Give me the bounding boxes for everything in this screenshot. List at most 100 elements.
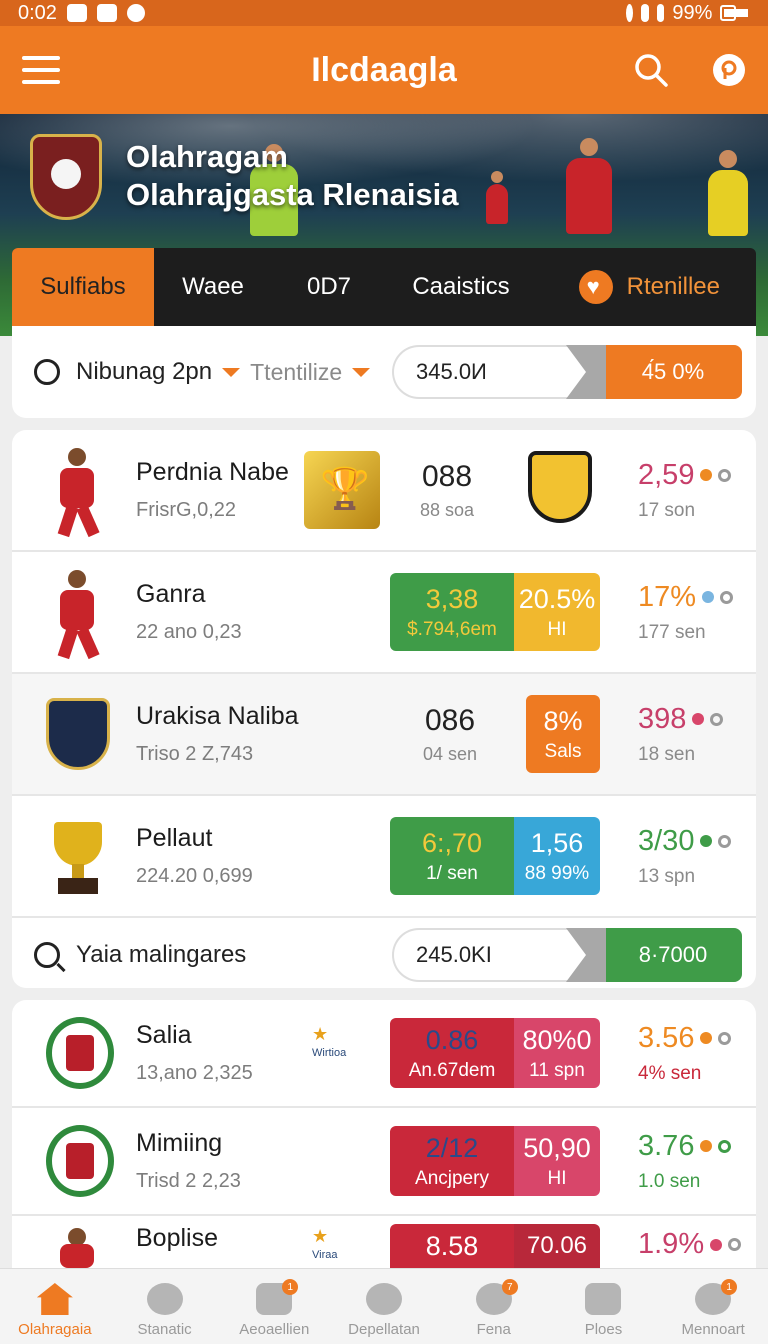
nav-list[interactable]: Ploes (549, 1269, 659, 1344)
nav-schedule[interactable]: Depellatan (329, 1269, 439, 1344)
tab-favorites-label: Rtenillee (626, 273, 720, 300)
tab-caaistics[interactable]: Caaistics (386, 248, 536, 326)
odds-block[interactable]: 0.86 An.67dem (390, 1018, 514, 1088)
item-score-sub: 88 soa (419, 499, 475, 520)
odds-block[interactable]: 1,56 88 99% (514, 817, 600, 895)
nav-label: Stanatic (137, 1321, 192, 1338)
list-item[interactable]: Urakisa Naliba Triso 2 Z,743 086 04 sen … (12, 674, 756, 796)
item-score-sub: 04 sen (422, 743, 478, 764)
odds-value: 70.06 (526, 1232, 588, 1259)
list-item[interactable]: Ganra 22 ano 0,23 3,38 $.794,6em 20.5% H… (12, 552, 756, 674)
notification-badge: 1 (721, 1279, 738, 1295)
status-dot (710, 1238, 723, 1251)
status-ring (728, 1238, 742, 1251)
tab-0d7[interactable]: 0D7 (272, 248, 386, 326)
list-item[interactable]: Mimiing Trisd 2 2,23 2/12 Ancjpery 50,90… (12, 1108, 756, 1216)
list-item[interactable]: Salia 13,ano 2,325 ★ Wirtioa 0.86 An.67de… (12, 1000, 756, 1108)
item-name: Boplise (136, 1224, 218, 1252)
chevron-down-icon[interactable] (222, 367, 241, 377)
item-odds-sub: 1.0 sen (638, 1170, 701, 1192)
list-item[interactable]: Perdnia Nabe FrisrG,0,22 088 88 soa 2,59… (12, 430, 756, 552)
item-odds: 398 (638, 702, 687, 735)
item-odds: 17% (638, 580, 697, 613)
item-odds-sub: 177 sen (638, 621, 706, 643)
value-pill[interactable]: 245.0KI 8·7000 (392, 928, 742, 982)
odds-block[interactable]: 70.06 (514, 1224, 600, 1268)
status-ring (718, 1139, 732, 1153)
status-dot (700, 469, 713, 481)
status-dot (692, 713, 705, 725)
nav-label: Ploes (584, 1321, 623, 1338)
tab-favorites[interactable]: Rtenillee (578, 248, 756, 326)
clock: 0:02 (18, 1, 57, 24)
nav-matches[interactable]: 1 Aeoaellien (219, 1269, 329, 1344)
search-icon[interactable] (34, 942, 60, 968)
odds-sub: 88 99% (524, 862, 590, 884)
status-bar: 0:02 99% (0, 0, 768, 26)
item-odds: 3.56 (638, 1021, 695, 1054)
item-odds-sub: 13 spn (638, 865, 696, 887)
hero-title-line2: Olahrajgasta Rlenaisia (126, 177, 459, 212)
item-odds-sub: 17 son (638, 499, 696, 521)
odds-block[interactable]: 3,38 $.794,6em (390, 573, 514, 651)
odds-block[interactable]: 80%0 11 spn (514, 1018, 600, 1088)
list-item[interactable]: Boplise ★ Viraa 8.58 70.06 1.9% (12, 1216, 756, 1268)
odds-block[interactable]: 20.5% HI (514, 573, 600, 651)
item-name: Mimiing (136, 1129, 223, 1157)
wifi-icon (640, 4, 649, 22)
nav-label: Aeoaellien (239, 1321, 310, 1338)
list-item[interactable]: Pellaut 224.20 0,699 6:,70 1/ sen 1,56 8… (12, 796, 756, 918)
odds-block[interactable]: 50,90 HI (514, 1126, 600, 1196)
heart-icon (578, 270, 613, 304)
item-name: Ganra (136, 580, 206, 608)
nav-news[interactable]: 7 Fena (439, 1269, 549, 1344)
status-ring (718, 468, 732, 482)
status-dot (700, 835, 713, 847)
odds-value: 6:,70 (421, 827, 483, 858)
notification-badge: 7 (501, 1279, 518, 1295)
odds-sub: $.794,6em (407, 618, 497, 640)
shield-icon (126, 4, 145, 22)
odds-value: 8.58 (425, 1230, 479, 1261)
match-list-card: Perdnia Nabe FrisrG,0,22 088 88 soa 2,59… (12, 430, 756, 988)
player-figure (708, 150, 748, 236)
radio-icon[interactable] (34, 359, 60, 385)
odds-value: 8% (543, 705, 583, 736)
odds-block[interactable]: 8% Sals (526, 695, 600, 773)
item-odds: 3.76 (638, 1129, 695, 1162)
home-icon (36, 1283, 73, 1315)
star-label: Viraa (312, 1249, 338, 1261)
value-pill[interactable]: 345.0И 4́5 0% (392, 345, 742, 399)
odds-value: 20.5% (518, 583, 596, 614)
nav-statistics[interactable]: Stanatic (110, 1269, 220, 1344)
filter-select[interactable]: Ttentilize (250, 359, 342, 386)
tab-waee[interactable]: Waee (154, 248, 272, 326)
item-name: Urakisa Naliba (136, 702, 299, 730)
player-image (32, 440, 122, 540)
list-icon (585, 1283, 622, 1315)
odds-block[interactable]: 2/12 Ancjpery (390, 1126, 514, 1196)
magnifier-icon (146, 1283, 183, 1315)
nav-more[interactable]: 1 Mennoart (658, 1269, 768, 1344)
odds-sub: 1/ sen (426, 862, 478, 884)
trophy-icon (304, 451, 380, 529)
notification-icon[interactable] (712, 53, 746, 87)
chevron-down-icon[interactable] (352, 367, 371, 377)
match-list-card: Salia 13,ano 2,325 ★ Wirtioa 0.86 An.67de… (12, 1000, 756, 1268)
search-icon[interactable] (634, 53, 668, 87)
search-label[interactable]: Yaia malingares (76, 941, 246, 969)
bottom-navigation: Olahragaia Stanatic 1 Aeoaellien Depella… (0, 1268, 768, 1344)
tab-sulfiabs[interactable]: Sulfiabs (12, 248, 154, 326)
player-image (32, 562, 122, 662)
odds-block[interactable]: 6:,70 1/ sen (390, 817, 514, 895)
item-name: Perdnia Nabe (136, 458, 289, 486)
value-pill-left: 345.0И (392, 345, 604, 399)
app-bar: Ilcdaagla (0, 26, 768, 114)
battery-icon (720, 5, 748, 21)
filter-bar: Nibunag 2pn Ttentilize 345.0И 4́5 0% (12, 326, 756, 418)
nav-label: Depellatan (348, 1321, 420, 1338)
menu-icon[interactable] (22, 56, 60, 84)
odds-block[interactable]: 8.58 (390, 1224, 514, 1268)
nav-home[interactable]: Olahragaia (0, 1269, 110, 1344)
star-label: Wirtioa (312, 1047, 347, 1059)
